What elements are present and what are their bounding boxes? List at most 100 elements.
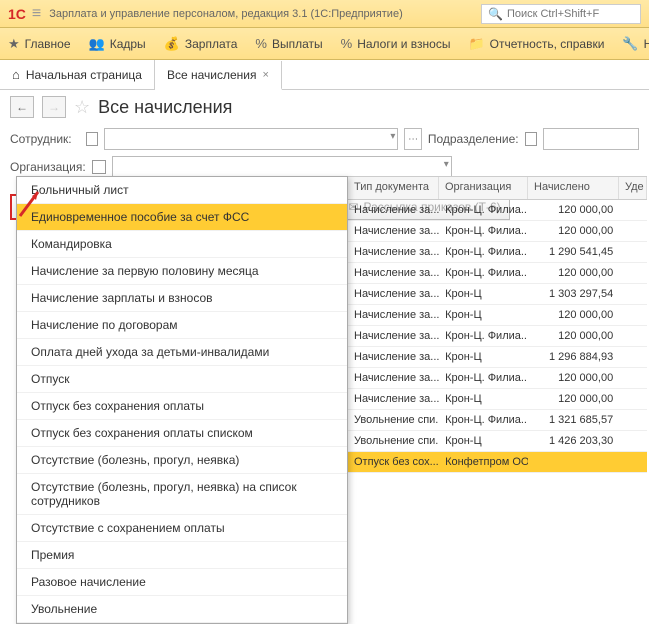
- table-row[interactable]: Начисление за...Крон-Ц. Филиа...120 000,…: [348, 263, 647, 284]
- menu-payments[interactable]: %Выплаты: [255, 36, 322, 51]
- dropdown-item[interactable]: Начисление за первую половину месяца: [17, 258, 347, 285]
- folder-icon: 📁: [468, 36, 484, 52]
- cell-sum: 120 000,00: [528, 391, 619, 407]
- people-icon: 👥: [89, 36, 105, 52]
- cell-doc: Начисление за...: [348, 370, 439, 386]
- cell-sum: 120 000,00: [528, 370, 619, 386]
- cell-doc: Начисление за...: [348, 286, 439, 302]
- cell-withheld: [619, 418, 647, 422]
- dropdown-item[interactable]: Отпуск без сохранения оплаты списком: [17, 420, 347, 447]
- table-row[interactable]: Начисление за...Крон-Ц1 296 884,93: [348, 347, 647, 368]
- dropdown-item[interactable]: Начисление зарплаты и взносов: [17, 285, 347, 312]
- dropdown-item[interactable]: Премия: [17, 542, 347, 569]
- division-input[interactable]: [543, 128, 639, 150]
- home-icon: ⌂: [12, 67, 20, 82]
- dropdown-item[interactable]: Больничный лист: [17, 177, 347, 204]
- app-title: Зарплата и управление персоналом, редакц…: [49, 8, 402, 20]
- cell-doc: Начисление за...: [348, 349, 439, 365]
- dropdown-item[interactable]: Увольнение: [17, 596, 347, 623]
- chevron-down-icon: ▾: [390, 131, 395, 142]
- org-input[interactable]: ▾: [112, 156, 452, 178]
- menu-reports[interactable]: 📁Отчетность, справки: [468, 36, 604, 52]
- dropdown-item[interactable]: Разовое начисление: [17, 569, 347, 596]
- table-row[interactable]: Начисление за...Крон-Ц120 000,00: [348, 389, 647, 410]
- favorite-star-icon[interactable]: ☆: [74, 97, 90, 118]
- main-menu: ★Главное 👥Кадры 💰Зарплата %Выплаты %Нало…: [0, 28, 649, 60]
- table-row[interactable]: Увольнение спи...Крон-Ц1 426 203,30: [348, 431, 647, 452]
- table-row[interactable]: Начисление за...Крон-Ц. Филиа...120 000,…: [348, 221, 647, 242]
- cell-org: Крон-Ц: [439, 286, 528, 302]
- table-row[interactable]: Начисление за...Крон-Ц. Филиа...1 290 54…: [348, 242, 647, 263]
- dropdown-item[interactable]: Отсутствие с сохранением оплаты: [17, 515, 347, 542]
- employee-input[interactable]: ▾: [104, 128, 398, 150]
- dropdown-item[interactable]: Командировка: [17, 231, 347, 258]
- cell-sum: 120 000,00: [528, 202, 619, 218]
- table-row[interactable]: Увольнение спи...Крон-Ц. Филиа...1 321 6…: [348, 410, 647, 431]
- cell-withheld: [619, 271, 647, 275]
- cell-doc: Начисление за...: [348, 223, 439, 239]
- cell-sum: 1 290 541,45: [528, 244, 619, 260]
- cell-doc: Начисление за...: [348, 328, 439, 344]
- tab-accruals[interactable]: Все начисления ×: [155, 61, 282, 90]
- search-icon: 🔍: [488, 7, 503, 21]
- cell-withheld: [619, 376, 647, 380]
- org-label: Организация:: [10, 160, 86, 174]
- cell-doc: Начисление за...: [348, 265, 439, 281]
- cell-sum: 1 426 203,30: [528, 433, 619, 449]
- menu-taxes[interactable]: %Налоги и взносы: [341, 36, 451, 51]
- tab-home[interactable]: ⌂ Начальная страница: [0, 60, 155, 89]
- division-checkbox[interactable]: [525, 132, 537, 146]
- cell-doc: Отпуск без сох...: [348, 454, 439, 470]
- cell-doc: Начисление за...: [348, 244, 439, 260]
- table-row[interactable]: Начисление за...Крон-Ц. Филиа...120 000,…: [348, 368, 647, 389]
- dropdown-item[interactable]: Отпуск без сохранения оплаты: [17, 393, 347, 420]
- cell-org: Крон-Ц. Филиа...: [439, 370, 528, 386]
- nav-forward-button[interactable]: →: [42, 96, 66, 118]
- search-input[interactable]: [507, 8, 634, 20]
- table-row[interactable]: Начисление за...Крон-Ц120 000,00: [348, 305, 647, 326]
- money-icon: 💰: [164, 36, 180, 52]
- cell-doc: Начисление за...: [348, 202, 439, 218]
- table-row[interactable]: Начисление за...Крон-Ц1 303 297,54: [348, 284, 647, 305]
- nav-back-button[interactable]: ←: [10, 96, 34, 118]
- menu-main[interactable]: ★Главное: [8, 36, 71, 52]
- cell-withheld: [619, 439, 647, 443]
- col-withheld[interactable]: Уде: [619, 177, 647, 199]
- menu-staff[interactable]: 👥Кадры: [89, 36, 146, 52]
- col-org[interactable]: Организация: [439, 177, 528, 199]
- cell-org: Крон-Ц: [439, 433, 528, 449]
- cell-sum: 1 296 884,93: [528, 349, 619, 365]
- close-icon[interactable]: ×: [262, 69, 268, 81]
- cell-withheld: [619, 292, 647, 296]
- cell-sum: 1 321 685,57: [528, 412, 619, 428]
- col-doc-type[interactable]: Тип документа: [348, 177, 439, 199]
- hamburger-icon[interactable]: ≡: [32, 5, 41, 23]
- dropdown-item[interactable]: Оплата дней ухода за детьми-инвалидами: [17, 339, 347, 366]
- employee-label: Сотрудник:: [10, 132, 80, 146]
- org-checkbox[interactable]: [92, 160, 106, 174]
- search-box[interactable]: 🔍: [481, 4, 641, 24]
- cell-org: Крон-Ц. Филиа...: [439, 244, 528, 260]
- employee-checkbox[interactable]: [86, 132, 98, 146]
- cell-withheld: [619, 334, 647, 338]
- menu-settings[interactable]: 🔧Настройка: [622, 36, 649, 52]
- table-row[interactable]: Начисление за...Крон-Ц. Филиа...120 000,…: [348, 326, 647, 347]
- employee-picker-button[interactable]: ⋯: [404, 128, 421, 150]
- table-row[interactable]: Отпуск без сох...Конфетпром ООО: [348, 452, 647, 473]
- dropdown-item[interactable]: Отсутствие (болезнь, прогул, неявка): [17, 447, 347, 474]
- cell-sum: 1 303 297,54: [528, 286, 619, 302]
- dropdown-item[interactable]: Начисление по договорам: [17, 312, 347, 339]
- menu-salary[interactable]: 💰Зарплата: [164, 36, 238, 52]
- dropdown-item[interactable]: Отсутствие (болезнь, прогул, неявка) на …: [17, 474, 347, 515]
- cell-sum: [528, 460, 619, 464]
- wrench-icon: 🔧: [622, 36, 638, 52]
- cell-org: Крон-Ц. Филиа...: [439, 202, 528, 218]
- dropdown-item[interactable]: Отпуск: [17, 366, 347, 393]
- cell-sum: 120 000,00: [528, 328, 619, 344]
- table-row[interactable]: Начисление за...Крон-Ц. Филиа...120 000,…: [348, 200, 647, 221]
- dropdown-item[interactable]: Единовременное пособие за счет ФСС: [17, 204, 347, 231]
- tab-bar: ⌂ Начальная страница Все начисления ×: [0, 60, 649, 90]
- col-accrued[interactable]: Начислено: [528, 177, 619, 199]
- percent-icon: %: [255, 36, 267, 51]
- table-header: Тип документа Организация Начислено Уде: [348, 176, 647, 200]
